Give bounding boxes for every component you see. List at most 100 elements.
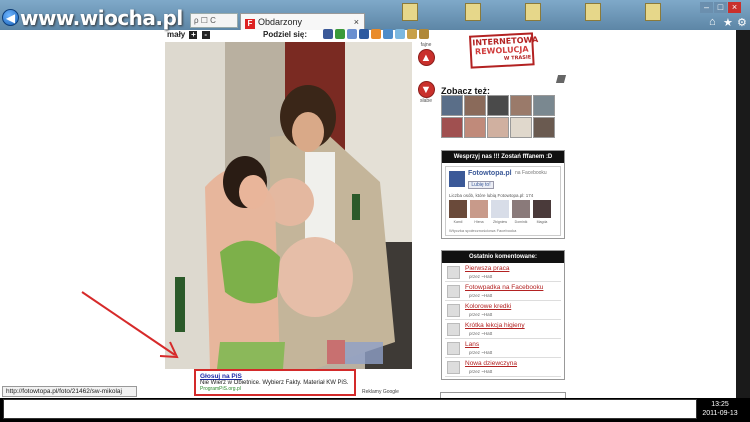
comments-header: Ostatnio komentowane: xyxy=(442,251,564,263)
desktop-folder-icon xyxy=(525,3,541,21)
comment-link[interactable]: Lans xyxy=(465,341,479,348)
share-label: Podziel się: xyxy=(263,30,308,39)
facebook-plugin-label: Wtyczka społecznościowa Facebooka xyxy=(449,228,517,233)
comment-thumbnail[interactable] xyxy=(447,285,460,298)
fan-name[interactable]: Zbigniew xyxy=(491,220,509,224)
thumbnail[interactable] xyxy=(464,95,486,116)
flaker-icon[interactable] xyxy=(371,29,381,39)
share-icons xyxy=(323,29,429,39)
watermark: www.wiocha.pl xyxy=(20,6,183,30)
fan-avatar[interactable] xyxy=(470,200,488,218)
favicon-icon: F xyxy=(245,19,255,29)
desktop-folder-icon xyxy=(585,3,601,21)
thumbnail[interactable] xyxy=(510,95,532,116)
rss-icon[interactable] xyxy=(555,75,567,83)
comment-link[interactable]: Fotowpadka na Facebooku xyxy=(465,284,543,291)
system-clock[interactable]: 13:25 2011-09-13 xyxy=(700,400,740,418)
fan-avatar[interactable] xyxy=(449,200,467,218)
comment-link[interactable]: Nowa dziewczyna xyxy=(465,360,517,367)
fan-name[interactable]: Magda xyxy=(533,220,551,224)
facebook-on-label: na Facebooku xyxy=(515,170,547,176)
comment-thumbnail[interactable] xyxy=(447,361,460,374)
fan-avatar[interactable] xyxy=(533,200,551,218)
comment-author: przez ~Hatt xyxy=(469,312,493,317)
tab-close-icon[interactable]: × xyxy=(354,14,359,30)
comment-item[interactable]: Nowa dziewczyna przez ~Hatt xyxy=(445,358,561,377)
gadu-icon[interactable] xyxy=(335,29,345,39)
twitter-icon[interactable] xyxy=(395,29,405,39)
comment-thumbnail[interactable] xyxy=(447,266,460,279)
facebook-faces xyxy=(449,200,551,218)
fan-avatar[interactable] xyxy=(491,200,509,218)
comment-item[interactable]: Pierwsza praca przez ~Hatt xyxy=(445,263,561,282)
comment-author: przez ~Hatt xyxy=(469,369,493,374)
minimize-button[interactable]: – xyxy=(700,2,713,13)
status-bar-url: http://fotowtopa.pl/foto/21462/sw-mikola… xyxy=(2,386,137,397)
comment-link[interactable]: Krótka lekcja higieny xyxy=(465,322,525,329)
comment-item[interactable]: Kolorowe kredki przez ~Hatt xyxy=(445,301,561,320)
google-ads-label[interactable]: Reklamy Google xyxy=(362,389,399,395)
close-button[interactable]: × xyxy=(728,2,741,13)
print-icon[interactable] xyxy=(419,29,429,39)
back-button[interactable]: ◀ xyxy=(2,9,19,26)
vote-up-button[interactable]: ▲ xyxy=(417,49,435,66)
facebook-like-button[interactable]: Lubię to! xyxy=(468,181,494,189)
fan-name[interactable]: Hiena xyxy=(470,220,488,224)
buzz-icon[interactable] xyxy=(383,29,393,39)
thumbnail[interactable] xyxy=(441,95,463,116)
comment-item[interactable]: Fotowpadka na Facebooku przez ~Hatt xyxy=(445,282,561,301)
desktop-folder-icon xyxy=(402,3,418,21)
comment-link[interactable]: Kolorowe kredki xyxy=(465,303,511,310)
email-icon[interactable] xyxy=(407,29,417,39)
ad-title[interactable]: Głosuj na PiS xyxy=(200,373,350,380)
fan-avatar[interactable] xyxy=(512,200,530,218)
facebook-page-avatar[interactable] xyxy=(449,171,465,187)
vote-down-button[interactable]: ▼ xyxy=(417,81,435,98)
browser-tab[interactable]: F Obdarzony × xyxy=(240,13,365,30)
clock-date: 2011-09-13 xyxy=(702,410,738,417)
scrollbar-track[interactable] xyxy=(736,30,750,398)
clock-time: 13:25 xyxy=(711,401,729,408)
comment-thumbnail[interactable] xyxy=(447,342,460,355)
comment-item[interactable]: Krótka lekcja higieny przez ~Hatt xyxy=(445,320,561,339)
wykop-icon[interactable] xyxy=(359,29,369,39)
thumbnail[interactable] xyxy=(533,117,555,138)
zoom-out-button[interactable]: - xyxy=(201,31,210,39)
comment-author: przez ~Hatt xyxy=(469,350,493,355)
comment-thumbnail[interactable] xyxy=(447,304,460,317)
taskbar: 13:25 2011-09-13 xyxy=(0,398,750,422)
vote-column: fajne ▲ ▼ słabe xyxy=(415,42,437,104)
main-photo[interactable] xyxy=(165,42,412,369)
thumbnail[interactable] xyxy=(487,95,509,116)
favorites-star-icon[interactable]: ★ xyxy=(723,16,733,29)
thumbnail[interactable] xyxy=(441,117,463,138)
maximize-button[interactable]: □ xyxy=(714,2,727,13)
comment-author: przez ~Hatt xyxy=(469,331,493,336)
fan-name[interactable]: Kamil xyxy=(449,220,467,224)
browser-title-bar: ◀ www.wiocha.pl ρ ☐ C F Obdarzony × – □ ×… xyxy=(0,0,750,30)
fan-name[interactable]: Dominik xyxy=(512,220,530,224)
address-bar-controls[interactable]: ρ ☐ C xyxy=(190,13,238,28)
logo-box: INTERNETOWA REWOLUCJA W TRASIE xyxy=(468,32,538,69)
facebook-box-header: Wesprzyj nas !!! Zostań fffanem :D xyxy=(442,151,564,163)
facebook-page-name[interactable]: Fotowtopa.pl xyxy=(468,170,512,177)
see-also-thumbnails xyxy=(441,95,557,138)
ad-url[interactable]: ProgramPiS.org.pl xyxy=(200,386,350,392)
thumbnail[interactable] xyxy=(464,117,486,138)
comment-item[interactable]: Lans przez ~Hatt xyxy=(445,339,561,358)
desktop-folder-icon xyxy=(645,3,661,21)
thumbnail[interactable] xyxy=(510,117,532,138)
facebook-icon[interactable] xyxy=(323,29,333,39)
revolution-logo[interactable]: INTERNETOWA REWOLUCJA W TRASIE xyxy=(468,32,538,75)
blip-icon[interactable] xyxy=(347,29,357,39)
google-ad[interactable]: Głosuj na PiS Nie Wierz w Obietnice. Wyb… xyxy=(194,369,356,396)
share-toolbar: mały + - Podziel się: xyxy=(167,29,429,41)
settings-gear-icon[interactable]: ⚙ xyxy=(737,16,747,29)
comment-thumbnail[interactable] xyxy=(447,323,460,336)
zoom-in-button[interactable]: + xyxy=(189,31,198,39)
thumbnail[interactable] xyxy=(487,117,509,138)
comment-link[interactable]: Pierwsza praca xyxy=(465,265,509,272)
home-icon[interactable]: ⌂ xyxy=(709,16,716,28)
thumbnail[interactable] xyxy=(533,95,555,116)
facebook-like-count: Liczba osób, które lubią Fotowtopa.pl: 1… xyxy=(449,193,534,198)
